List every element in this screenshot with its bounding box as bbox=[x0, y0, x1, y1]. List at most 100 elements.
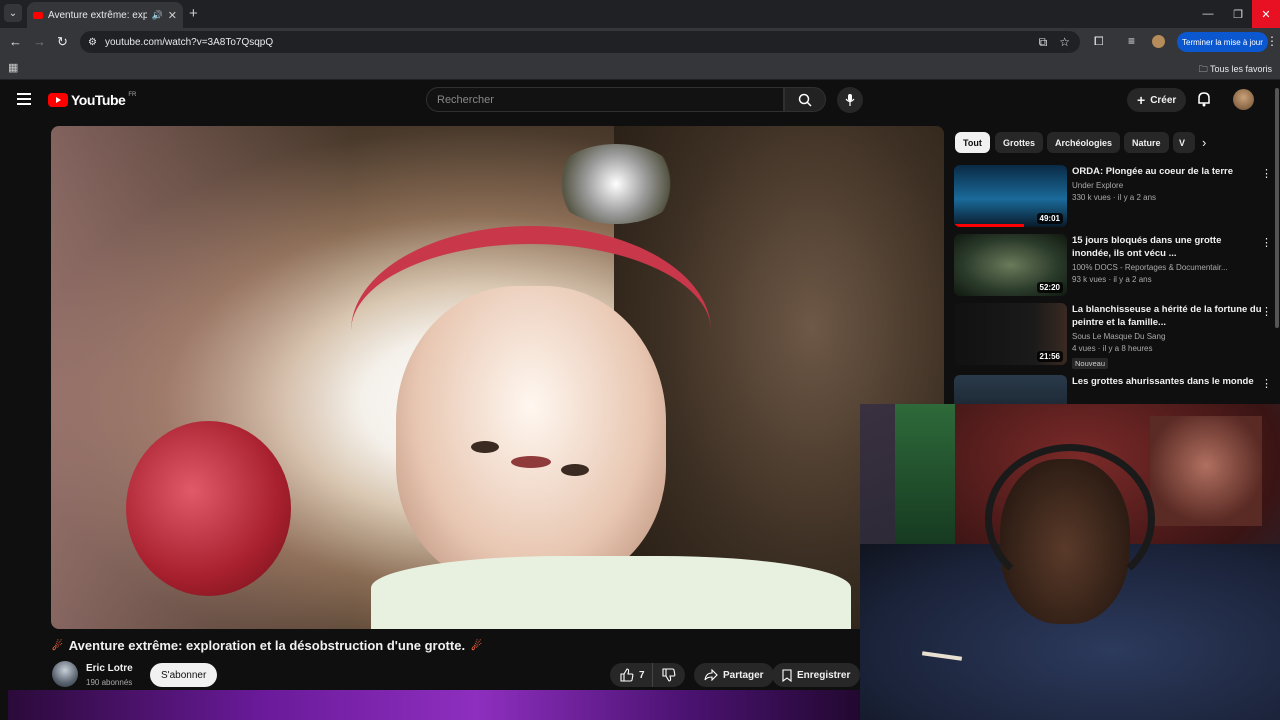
browser-tab-active[interactable]: Aventure extrême: expl 🔊 ✕ bbox=[27, 2, 183, 28]
tab-close-icon[interactable]: ✕ bbox=[168, 9, 177, 22]
list-item[interactable]: 49:01 ORDA: Plongée au coeur de la terre… bbox=[954, 165, 1272, 227]
headset bbox=[985, 444, 1155, 594]
headlamp bbox=[551, 144, 681, 224]
watch-progress bbox=[954, 224, 1025, 227]
video-thumbnail[interactable]: 21:56 bbox=[954, 303, 1067, 365]
reload-button[interactable]: ↻ bbox=[57, 34, 68, 50]
rec-title[interactable]: ORDA: Plongée au coeur de la terre bbox=[1072, 165, 1262, 178]
channel-avatar[interactable] bbox=[52, 661, 78, 687]
chip-nature[interactable]: Nature bbox=[1124, 132, 1169, 153]
bookmark-star-icon[interactable]: ☆ bbox=[1059, 35, 1070, 50]
new-badge: Nouveau bbox=[1072, 358, 1109, 369]
green-flag bbox=[895, 404, 955, 544]
voice-search-button[interactable] bbox=[837, 87, 863, 113]
page-scrollbar[interactable] bbox=[1275, 88, 1279, 328]
extensions-icon[interactable]: ⧠ bbox=[1094, 34, 1104, 49]
webcam-overlay bbox=[860, 404, 1280, 720]
like-count: 7 bbox=[639, 669, 645, 681]
thumbs-up-icon bbox=[620, 668, 634, 682]
subscriber-count: 190 abonnés bbox=[86, 678, 133, 687]
duration-badge: 52:20 bbox=[1036, 282, 1063, 293]
person-face bbox=[396, 286, 666, 586]
rec-title[interactable]: Les grottes ahurissantes dans le monde bbox=[1072, 375, 1262, 388]
close-window-button[interactable]: ✕ bbox=[1252, 0, 1280, 28]
chip-more[interactable]: V bbox=[1173, 132, 1195, 153]
rec-meta: 330 k vues · il y a 2 ans bbox=[1072, 193, 1157, 202]
notifications-button[interactable] bbox=[1197, 91, 1211, 112]
emoji-icon: ☄ bbox=[471, 638, 482, 653]
youtube-play-icon bbox=[48, 93, 68, 107]
folder-icon: 🗀 bbox=[1198, 64, 1208, 74]
chip-tout[interactable]: Tout bbox=[955, 132, 990, 153]
bookmark-icon bbox=[782, 668, 792, 682]
video-player[interactable] bbox=[51, 126, 944, 629]
search-input[interactable]: Rechercher bbox=[426, 87, 784, 112]
browser-menu-icon[interactable]: ⋮ bbox=[1266, 34, 1278, 48]
restore-button[interactable]: ❐ bbox=[1222, 0, 1254, 28]
youtube-logo[interactable]: YouTube FR bbox=[48, 92, 136, 108]
tab-search-button[interactable]: ⌄ bbox=[4, 4, 22, 22]
omnibox[interactable]: ⚙ youtube.com/watch?v=3A8To7QsqpQ ⧉ ☆ bbox=[80, 31, 1080, 53]
site-info-icon[interactable]: ⚙ bbox=[88, 37, 97, 48]
all-bookmarks[interactable]: 🗀 Tous les favoris bbox=[1199, 62, 1272, 78]
speaker-icon[interactable]: 🔊 bbox=[152, 10, 163, 21]
account-avatar[interactable] bbox=[1233, 89, 1254, 110]
youtube-favicon-icon bbox=[33, 11, 43, 19]
duration-badge: 21:56 bbox=[1036, 351, 1063, 362]
video-title: ☄ Aventure extrême: exploration et la dé… bbox=[52, 638, 482, 653]
media-control-icon[interactable]: ≡ bbox=[1128, 34, 1135, 48]
back-button[interactable]: ← bbox=[9, 34, 22, 49]
chevron-right-icon[interactable]: › bbox=[1202, 135, 1206, 150]
like-button[interactable]: 7 bbox=[610, 663, 655, 687]
plus-icon: + bbox=[1137, 92, 1146, 108]
url-text[interactable]: youtube.com/watch?v=3A8To7QsqpQ bbox=[105, 37, 273, 48]
install-app-icon[interactable]: ⧉ bbox=[1039, 35, 1048, 50]
list-item[interactable]: Les grottes ahurissantes dans le monde ⋮ bbox=[954, 375, 1272, 405]
minimize-button[interactable]: — bbox=[1192, 0, 1224, 28]
rec-channel[interactable]: Sous Le Masque Du Sang bbox=[1072, 332, 1262, 341]
save-button[interactable]: Enregistrer bbox=[772, 663, 861, 687]
search-button[interactable] bbox=[784, 87, 826, 112]
duration-badge: 49:01 bbox=[1036, 213, 1063, 224]
rec-title[interactable]: La blanchisseuse a hérité de la fortune … bbox=[1072, 303, 1262, 329]
channel-name[interactable]: Eric Lotre bbox=[86, 663, 133, 674]
mouth bbox=[511, 456, 551, 468]
new-tab-button[interactable]: + bbox=[189, 5, 198, 22]
create-button[interactable]: + Créer bbox=[1127, 88, 1187, 112]
bookmarks-bar bbox=[0, 56, 1280, 80]
bell-icon bbox=[1198, 92, 1210, 107]
dislike-button[interactable] bbox=[652, 663, 685, 687]
microphone-icon bbox=[845, 94, 855, 106]
subscribe-button[interactable]: S'abonner bbox=[150, 663, 218, 687]
rec-meta: 4 vues · il y a 8 heures bbox=[1072, 344, 1153, 353]
more-options-icon[interactable]: ⋮ bbox=[1261, 236, 1272, 249]
rec-channel[interactable]: 100% DOCS - Reportages & Documentair... bbox=[1072, 263, 1262, 272]
eye-left bbox=[471, 441, 499, 453]
red-microphone bbox=[126, 421, 291, 596]
apps-grid-icon[interactable]: ▦ bbox=[8, 61, 18, 74]
more-options-icon[interactable]: ⋮ bbox=[1261, 377, 1272, 390]
next-content-preview bbox=[8, 690, 860, 720]
thumbs-down-icon bbox=[662, 668, 676, 682]
more-options-icon[interactable]: ⋮ bbox=[1261, 305, 1272, 318]
profile-avatar-small[interactable] bbox=[1152, 35, 1165, 48]
rec-meta: 93 k vues · il y a 2 ans bbox=[1072, 275, 1152, 284]
chip-archeologies[interactable]: Archéologies bbox=[1047, 132, 1121, 153]
shirt bbox=[371, 556, 851, 629]
update-button[interactable]: Terminer la mise à jour bbox=[1177, 32, 1268, 52]
video-thumbnail[interactable]: 52:20 bbox=[954, 234, 1067, 296]
tab-title: Aventure extrême: expl bbox=[48, 9, 147, 21]
emoji-icon: ☄ bbox=[52, 638, 63, 653]
more-options-icon[interactable]: ⋮ bbox=[1261, 167, 1272, 180]
hamburger-menu-icon[interactable] bbox=[17, 93, 31, 108]
search-icon bbox=[798, 93, 812, 107]
list-item[interactable]: 21:56 La blanchisseuse a hérité de la fo… bbox=[954, 303, 1272, 369]
share-button[interactable]: Partager bbox=[694, 663, 774, 687]
rec-title[interactable]: 15 jours bloqués dans une grotte inondée… bbox=[1072, 234, 1262, 260]
video-thumbnail[interactable]: 49:01 bbox=[954, 165, 1067, 227]
forward-button[interactable]: → bbox=[33, 34, 46, 49]
list-item[interactable]: 52:20 15 jours bloqués dans une grotte i… bbox=[954, 234, 1272, 296]
rec-channel[interactable]: Under Explore bbox=[1072, 181, 1262, 190]
video-thumbnail[interactable] bbox=[954, 375, 1067, 405]
chip-grottes[interactable]: Grottes bbox=[995, 132, 1044, 153]
